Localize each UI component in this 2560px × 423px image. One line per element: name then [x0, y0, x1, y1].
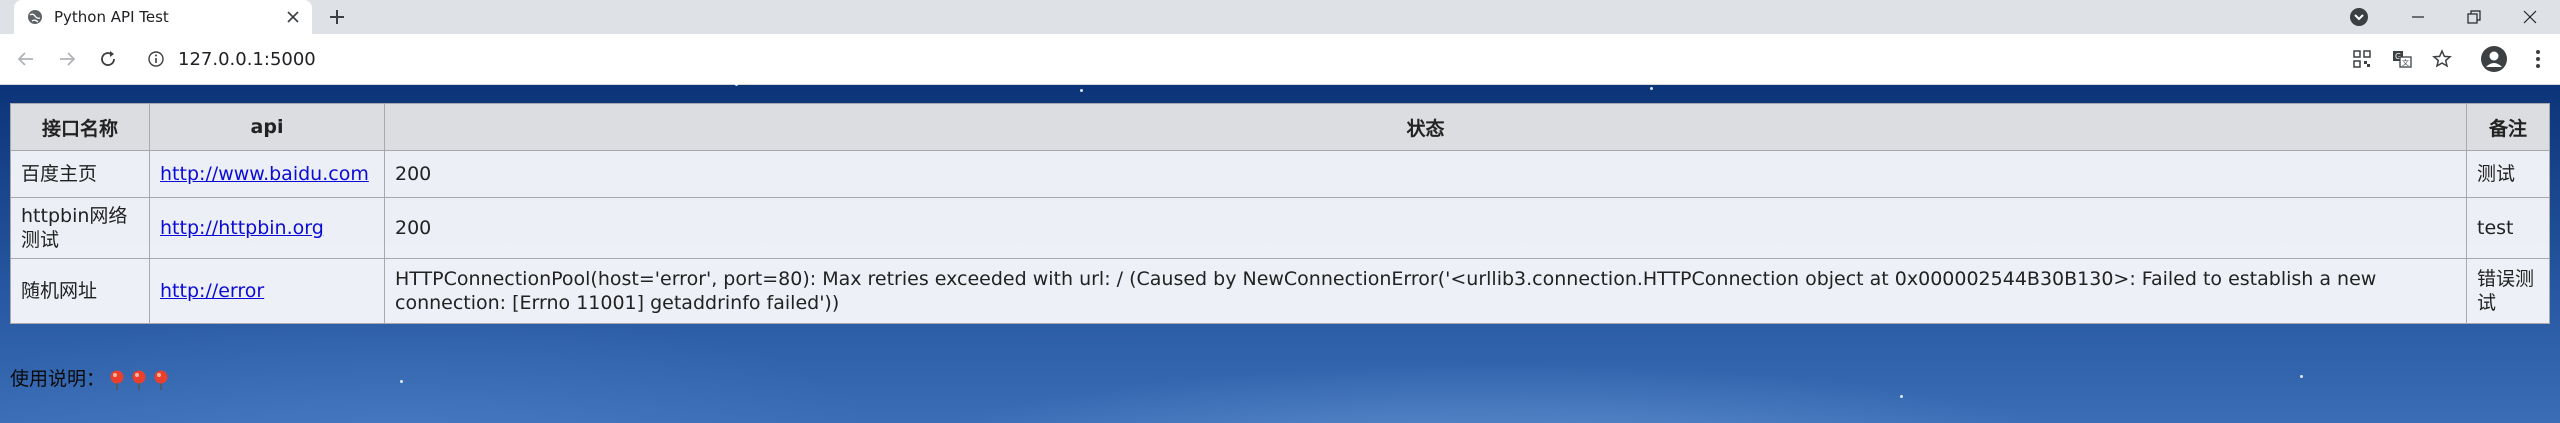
qr-code-icon[interactable] [2350, 47, 2374, 71]
cell-name: 百度主页 [10, 150, 150, 198]
cell-status: 200 [384, 150, 2467, 198]
minimize-icon[interactable] [2390, 0, 2446, 34]
close-icon[interactable] [284, 8, 302, 26]
window-close-icon[interactable] [2502, 0, 2558, 34]
header-name: 接口名称 [10, 103, 150, 151]
cell-api: http://error [149, 258, 385, 324]
reload-icon[interactable] [96, 47, 120, 71]
background-star [1650, 87, 1653, 90]
table-row: 百度主页 http://www.baidu.com 200 测试 [10, 150, 2550, 198]
globe-icon [27, 9, 43, 25]
background-star [400, 380, 403, 383]
header-api: api [149, 103, 385, 151]
background-star [735, 83, 738, 86]
restore-icon[interactable] [2446, 0, 2502, 34]
cell-note: test [2466, 197, 2550, 259]
map-pin-icon [151, 369, 171, 391]
cell-note: 错误测试 [2466, 258, 2550, 324]
cell-api: http://www.baidu.com [149, 150, 385, 198]
background-star [2300, 375, 2303, 378]
forward-arrow-icon[interactable] [55, 47, 79, 71]
map-pin-icon [107, 369, 127, 391]
usage-label: 使用说明： [10, 368, 106, 390]
tab-strip: Python API Test [0, 0, 2560, 34]
api-link[interactable]: http://error [160, 280, 264, 302]
header-status: 状态 [384, 103, 2467, 151]
header-note: 备注 [2466, 103, 2550, 151]
back-arrow-icon[interactable] [14, 47, 38, 71]
star-icon[interactable] [2430, 47, 2454, 71]
page-content: 接口名称 api 状态 备注 百度主页 http://www.baidu.com… [0, 83, 2560, 423]
table-row: httpbin网络测试 http://httpbin.org 200 test [10, 197, 2550, 259]
more-vertical-icon[interactable] [2526, 47, 2550, 71]
info-icon[interactable] [148, 51, 164, 67]
cell-api: http://httpbin.org [149, 197, 385, 259]
translate-icon[interactable]: G文 [2390, 47, 2414, 71]
browser-tab[interactable]: Python API Test [14, 0, 312, 34]
tab-search-icon[interactable] [2348, 6, 2370, 28]
api-link[interactable]: http://httpbin.org [160, 217, 324, 239]
new-tab-plus-icon[interactable] [326, 6, 348, 28]
map-pin-icon [129, 369, 149, 391]
api-table: 接口名称 api 状态 备注 百度主页 http://www.baidu.com… [10, 103, 2550, 324]
cell-name: httpbin网络测试 [10, 197, 150, 259]
cell-name: 随机网址 [10, 258, 150, 324]
url-text[interactable]: 127.0.0.1:5000 [178, 49, 316, 70]
table-header-row: 接口名称 api 状态 备注 [10, 103, 2550, 151]
svg-text:文: 文 [2402, 58, 2409, 67]
browser-toolbar: 127.0.0.1:5000 G文 [0, 34, 2560, 85]
address-bar[interactable]: 127.0.0.1:5000 [138, 41, 2338, 77]
table-row: 随机网址 http://error HTTPConnectionPool(hos… [10, 258, 2550, 324]
cell-note: 测试 [2466, 150, 2550, 198]
background-star [1080, 89, 1083, 92]
profile-icon[interactable] [2480, 45, 2508, 73]
background-star [1900, 395, 1903, 398]
usage-instructions: 使用说明： [10, 364, 173, 391]
cell-status: 200 [384, 197, 2467, 259]
api-link[interactable]: http://www.baidu.com [160, 163, 369, 185]
usage-link[interactable] [107, 368, 173, 391]
tab-title: Python API Test [54, 8, 169, 26]
cell-status: HTTPConnectionPool(host='error', port=80… [384, 258, 2467, 324]
